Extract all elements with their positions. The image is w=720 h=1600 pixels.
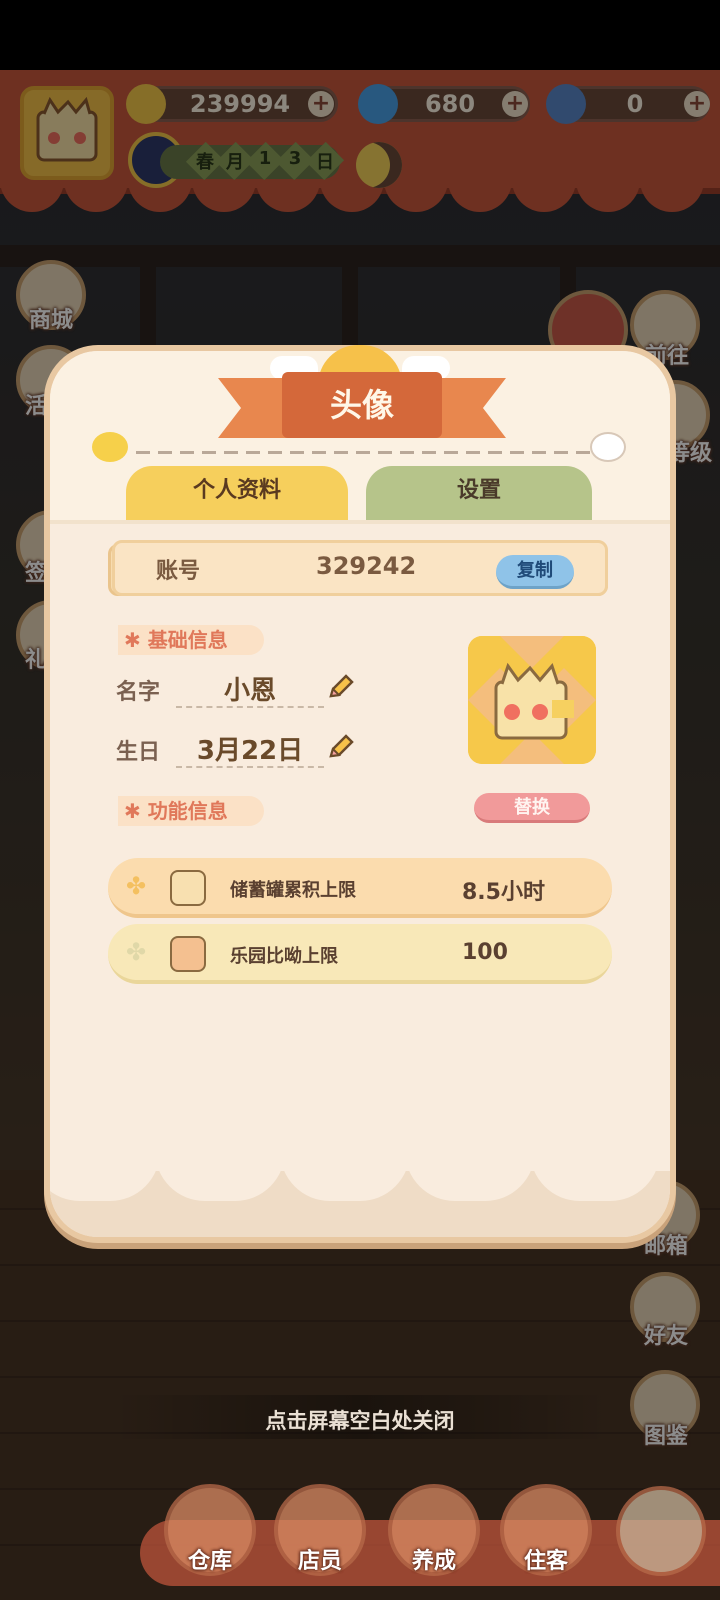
edit-birthday-pencil-icon[interactable] <box>326 732 356 762</box>
tab-settings[interactable]: 设置 <box>366 466 592 522</box>
divider-dash <box>246 451 260 454</box>
copy-button[interactable]: 复制 <box>496 555 574 589</box>
divider-dash <box>400 451 414 454</box>
name-value: 小恩 <box>223 676 276 706</box>
divider-dash <box>158 451 172 454</box>
cat-avatar-icon <box>468 636 596 764</box>
birthday-value: 3月22日 <box>196 736 304 766</box>
edit-name-pencil-icon[interactable] <box>326 672 356 702</box>
function-row-value: 8.5小时 <box>462 880 545 905</box>
divider-dash <box>356 451 370 454</box>
account-label: 账号 <box>156 559 201 584</box>
yarn-ball-button[interactable] <box>616 1486 706 1576</box>
basic-info-title: 基础信息 <box>147 628 228 652</box>
white-chick-icon <box>590 432 626 462</box>
account-id: 329242 <box>316 552 417 580</box>
divider-dash <box>510 451 524 454</box>
divider-dash <box>312 451 326 454</box>
status-bar <box>0 0 720 70</box>
warehouse-label: 仓库 <box>187 1549 232 1574</box>
yellow-chick-icon <box>92 432 128 462</box>
divider-dash <box>202 451 216 454</box>
function-row-value: 100 <box>462 940 508 965</box>
function-row: ✤ 乐园比呦上限 100 <box>108 924 612 984</box>
guests-label: 住客 <box>523 1549 568 1574</box>
divider-dash <box>488 451 502 454</box>
tab-underline <box>50 520 670 524</box>
name-underline <box>176 706 324 708</box>
basic-info-header: ✱ 基础信息 <box>118 625 264 655</box>
pencil-icon <box>329 674 354 698</box>
birthday-underline <box>176 766 324 768</box>
function-info-header: ✱ 功能信息 <box>118 796 264 826</box>
name-label: 名字 <box>116 680 161 705</box>
flower-bullet-icon: ✱ <box>124 628 141 652</box>
function-row-name: 储蓄罐累积上限 <box>230 880 356 901</box>
function-row-name: 乐园比呦上限 <box>230 946 338 967</box>
piggy-bank-icon <box>170 870 206 906</box>
birthday-label: 生日 <box>116 740 161 765</box>
divider-dash <box>422 451 436 454</box>
staff-label: 店员 <box>297 1549 342 1574</box>
divider-dash <box>576 451 590 454</box>
divider-dash <box>334 451 348 454</box>
replace-avatar-button[interactable]: 替换 <box>474 793 590 823</box>
function-row: ✤ 储蓄罐累积上限 8.5小时 <box>108 858 612 918</box>
pencil-icon <box>329 734 354 758</box>
flower-bullet-icon: ✱ <box>124 799 141 823</box>
function-info-title: 功能信息 <box>147 799 228 823</box>
pets-icon <box>170 936 206 972</box>
tab-profile[interactable]: 个人资料 <box>126 466 348 522</box>
divider-dash <box>532 451 546 454</box>
divider-dash <box>378 451 392 454</box>
divider-dash <box>290 451 304 454</box>
close-hint: 点击屏幕空白处关闭 <box>265 1409 455 1433</box>
divider-dash <box>180 451 194 454</box>
divider-dash <box>268 451 282 454</box>
profile-avatar[interactable] <box>468 636 596 764</box>
clover-icon: ✤ <box>126 938 147 966</box>
clover-icon: ✤ <box>126 872 147 900</box>
divider-dash <box>554 451 568 454</box>
divider-dash <box>136 451 150 454</box>
divider-dash <box>224 451 238 454</box>
divider-dash <box>444 451 458 454</box>
nurture-label: 养成 <box>411 1549 456 1574</box>
divider-dash <box>466 451 480 454</box>
dialog-title: 头像 <box>329 386 394 424</box>
